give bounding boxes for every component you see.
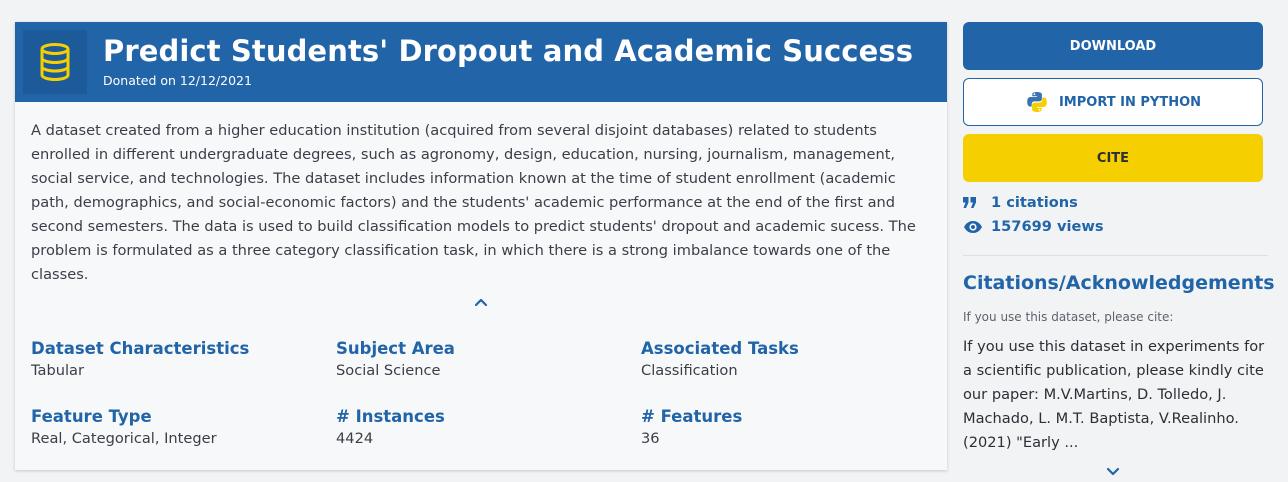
download-button[interactable]: DOWNLOAD [963, 22, 1263, 70]
field-label: # Features [641, 407, 743, 426]
field-value: Tabular [31, 362, 84, 379]
instances-count: # Instances 4424 [336, 407, 445, 447]
associated-tasks: Associated Tasks Classification [641, 339, 799, 379]
field-label: Subject Area [336, 339, 455, 358]
feature-type: Feature Type Real, Categorical, Integer [31, 407, 217, 447]
dataset-characteristics: Dataset Characteristics Tabular [31, 339, 249, 379]
database-icon [23, 30, 87, 94]
citations-heading: Citations/Acknowledgements [963, 272, 1275, 294]
field-value: 4424 [336, 430, 374, 447]
import-python-label: IMPORT IN PYTHON [1058, 94, 1202, 110]
cite-button[interactable]: CITE [963, 134, 1263, 182]
page-title: Predict Students' Dropout and Academic S… [103, 34, 914, 68]
chevron-down-icon [1106, 467, 1120, 476]
citation-text: If you use this dataset in experiments f… [963, 338, 1265, 451]
dataset-header: Predict Students' Dropout and Academic S… [15, 22, 947, 102]
views-count: 157699 views [963, 218, 1104, 235]
citations-count[interactable]: 1 citations [963, 194, 1078, 211]
field-label: Associated Tasks [641, 339, 799, 358]
subject-area: Subject Area Social Science [336, 339, 455, 379]
features-count: # Features 36 [641, 407, 742, 447]
citations-subtitle: If you use this dataset, please cite: [963, 310, 1174, 324]
sidebar-divider [963, 255, 1268, 256]
import-python-button[interactable]: IMPORT IN PYTHON [963, 78, 1263, 126]
field-value: Classification [641, 362, 738, 379]
dataset-card: Predict Students' Dropout and Academic S… [15, 22, 947, 470]
dataset-description: A dataset created from a higher educatio… [31, 122, 916, 283]
field-value: Real, Categorical, Integer [31, 430, 217, 447]
field-label: Feature Type [31, 407, 152, 426]
donated-date: Donated on 12/12/2021 [103, 73, 252, 88]
field-label: # Instances [336, 407, 445, 426]
citations-label: 1 citations [991, 194, 1078, 211]
field-value: Social Science [336, 362, 441, 379]
python-icon [1027, 92, 1047, 112]
collapse-description-button[interactable] [471, 294, 491, 308]
field-value: 36 [641, 430, 660, 447]
quote-icon [963, 196, 983, 210]
views-label: 157699 views [991, 218, 1104, 235]
chevron-up-icon [474, 298, 488, 307]
field-label: Dataset Characteristics [31, 339, 250, 358]
eye-icon [963, 220, 983, 234]
expand-citation-button[interactable] [1104, 463, 1122, 476]
